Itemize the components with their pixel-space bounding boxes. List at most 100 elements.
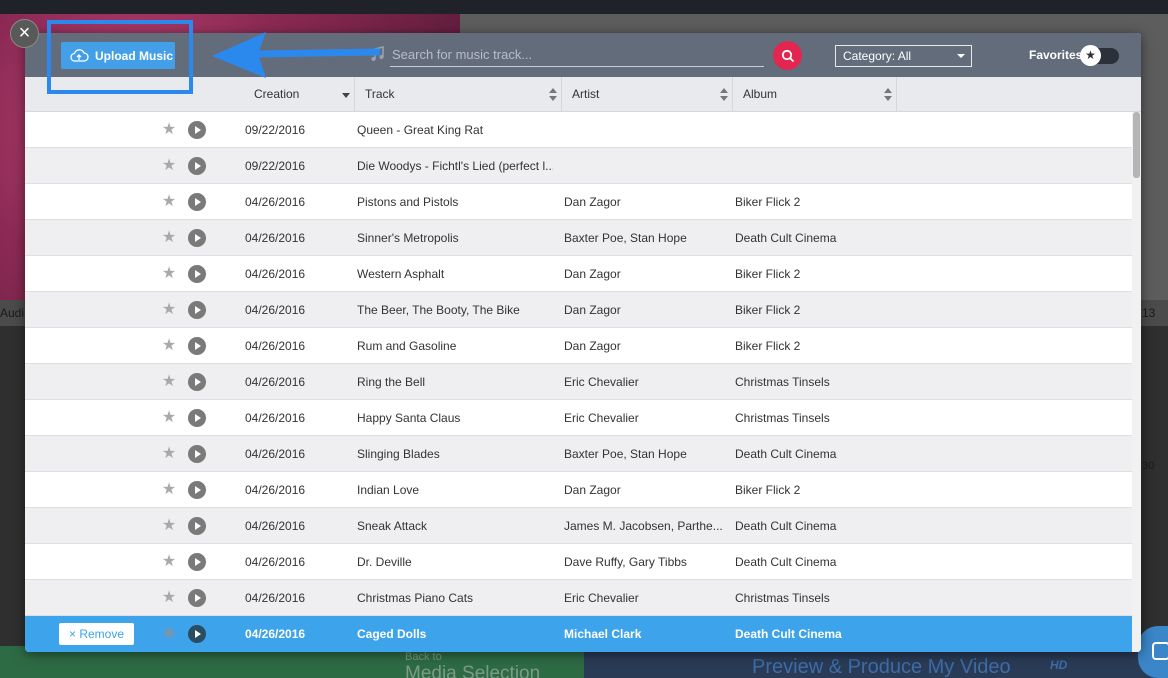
play-icon[interactable] (188, 193, 206, 211)
track-album (735, 148, 895, 184)
table-row[interactable]: ★ 04/26/2016 Western Asphalt Dan Zagor Biker… (25, 256, 1132, 292)
table-row[interactable]: ★ 04/26/2016 Christmas Piano Cats Eric Chev… (25, 580, 1132, 616)
table-row[interactable]: ★ 04/26/2016 Pistons and Pistols Dan Zagor B… (25, 184, 1132, 220)
play-icon[interactable] (188, 157, 206, 175)
track-title: Indian Love (357, 483, 420, 497)
play-icon[interactable] (188, 481, 206, 499)
favorite-star-icon[interactable]: ★ (161, 616, 177, 652)
track-title: The Beer, The Booty, The Bike (357, 303, 520, 317)
table-row[interactable]: ★ 04/26/2016 The Beer, The Booty, The Bike… (25, 292, 1132, 328)
track-artist (564, 112, 724, 148)
back-small-label: Back to (405, 651, 442, 663)
play-icon[interactable] (188, 337, 206, 355)
favorite-star-icon[interactable]: ★ (161, 112, 177, 148)
track-album: Biker Flick 2 (735, 267, 801, 281)
track-album: Biker Flick 2 (735, 339, 801, 353)
play-icon[interactable] (188, 121, 206, 139)
favorite-star-icon[interactable]: ★ (161, 184, 177, 220)
track-artist: Dan Zagor (564, 339, 621, 353)
column-album-label: Album (743, 87, 778, 101)
creation-date: 04/26/2016 (245, 411, 306, 425)
favorite-star-icon[interactable]: ★ (161, 508, 177, 544)
creation-date: 04/26/2016 (245, 555, 306, 569)
play-icon[interactable] (188, 553, 206, 571)
play-icon[interactable] (188, 265, 206, 283)
favorite-star-icon[interactable]: ★ (161, 400, 177, 436)
star-icon: ★ (1080, 45, 1101, 66)
close-modal-button[interactable]: × (10, 19, 39, 48)
track-album: Death Cult Cinema (735, 555, 837, 569)
track-title: Sneak Attack (357, 519, 428, 533)
table-row[interactable]: ★ 09/22/2016 Queen - Great King Rat (25, 112, 1132, 148)
favorite-star-icon[interactable]: ★ (161, 436, 177, 472)
search-icon (781, 49, 794, 62)
track-artist: Eric Chevalier (564, 411, 639, 425)
favorite-star-icon[interactable]: ★ (161, 544, 177, 580)
category-select-value: Category: All (843, 49, 912, 63)
sort-icon (884, 88, 892, 101)
track-album: Death Cult Cinema (735, 231, 837, 245)
table-row[interactable]: ★ 04/26/2016 Sinner's Metropolis Baxter Poe… (25, 220, 1132, 256)
favorite-star-icon[interactable]: ★ (161, 472, 177, 508)
favorites-toggle[interactable]: ★ (1080, 45, 1119, 66)
background-time-label: 13 (1142, 306, 1156, 320)
play-icon[interactable] (188, 301, 206, 319)
creation-date: 04/26/2016 (245, 483, 306, 497)
search-button[interactable] (773, 41, 802, 70)
search-input[interactable] (390, 43, 764, 67)
table-row[interactable]: ★ 04/26/2016 Indian Love Dan Zagor Biker Fli… (25, 472, 1132, 508)
table-row[interactable]: ★ 04/26/2016 Slinging Blades Baxter Poe, St… (25, 436, 1132, 472)
favorite-star-icon[interactable]: ★ (161, 256, 177, 292)
track-artist: Dan Zagor (564, 303, 621, 317)
track-title: Pistons and Pistols (357, 195, 459, 209)
track-album: Christmas Tinsels (735, 375, 830, 389)
favorite-star-icon[interactable]: ★ (161, 148, 177, 184)
play-icon[interactable] (188, 229, 206, 247)
play-icon[interactable] (188, 409, 206, 427)
play-icon[interactable] (188, 589, 206, 607)
track-artist (564, 148, 724, 184)
track-album: Christmas Tinsels (735, 411, 830, 425)
column-header-album[interactable]: Album (733, 77, 897, 112)
column-header-track[interactable]: Track (355, 77, 562, 112)
play-icon[interactable] (188, 445, 206, 463)
preview-produce-button[interactable]: Preview & Produce My Video (752, 656, 1011, 678)
track-artist: Dan Zagor (564, 483, 621, 497)
favorite-star-icon[interactable]: ★ (161, 580, 177, 616)
table-row[interactable]: ★ 04/26/2016 Happy Santa Claus Eric Chevali… (25, 400, 1132, 436)
favorite-star-icon[interactable]: ★ (161, 364, 177, 400)
back-to-media-button[interactable]: Back to Media Selection (405, 652, 540, 678)
track-title: Ring the Bell (357, 375, 426, 389)
track-title: Slinging Blades (357, 447, 440, 461)
table-row[interactable]: ★ 04/26/2016 Sneak Attack James M. Jacobsen… (25, 508, 1132, 544)
table-row[interactable]: ★ 09/22/2016 Die Woodys - Fichtl's Lied (p… (25, 148, 1132, 184)
track-artist: Dan Zagor (564, 267, 621, 281)
sort-icon (720, 88, 728, 101)
track-artist: Eric Chevalier (564, 375, 639, 389)
scrollbar-thumb[interactable] (1133, 112, 1140, 178)
table-row[interactable]: × Remove ★ 04/26/2016 Caged Dolls Michael Cl… (25, 616, 1132, 652)
favorite-star-icon[interactable]: ★ (161, 292, 177, 328)
remove-button[interactable]: × Remove (59, 623, 134, 645)
close-icon: × (18, 22, 31, 44)
column-header-artist[interactable]: Artist (562, 77, 733, 112)
annotation-arrow (212, 32, 380, 78)
favorite-star-icon[interactable]: ★ (161, 328, 177, 364)
scrollbar[interactable] (1132, 112, 1141, 652)
track-artist: Baxter Poe, Stan Hope (564, 231, 687, 245)
play-icon[interactable] (188, 517, 206, 535)
track-album: Christmas Tinsels (735, 591, 830, 605)
chat-launcher-button[interactable] (1138, 626, 1168, 678)
table-row[interactable]: ★ 04/26/2016 Dr. Deville Dave Ruffy, Gary T… (25, 544, 1132, 580)
play-icon[interactable] (188, 373, 206, 391)
play-icon[interactable] (188, 625, 206, 643)
chevron-down-icon (957, 54, 965, 58)
favorite-star-icon[interactable]: ★ (161, 220, 177, 256)
column-artist-label: Artist (572, 87, 600, 101)
category-select[interactable]: Category: All (835, 45, 972, 67)
table-row[interactable]: ★ 04/26/2016 Ring the Bell Eric Chevalier Ch… (25, 364, 1132, 400)
creation-date: 04/26/2016 (245, 231, 306, 245)
table-row[interactable]: ★ 04/26/2016 Rum and Gasoline Dan Zagor Bike… (25, 328, 1132, 364)
track-title: Dr. Deville (357, 555, 412, 569)
music-library-modal: Upload Music Category: All Favorites ★ C… (25, 33, 1141, 652)
